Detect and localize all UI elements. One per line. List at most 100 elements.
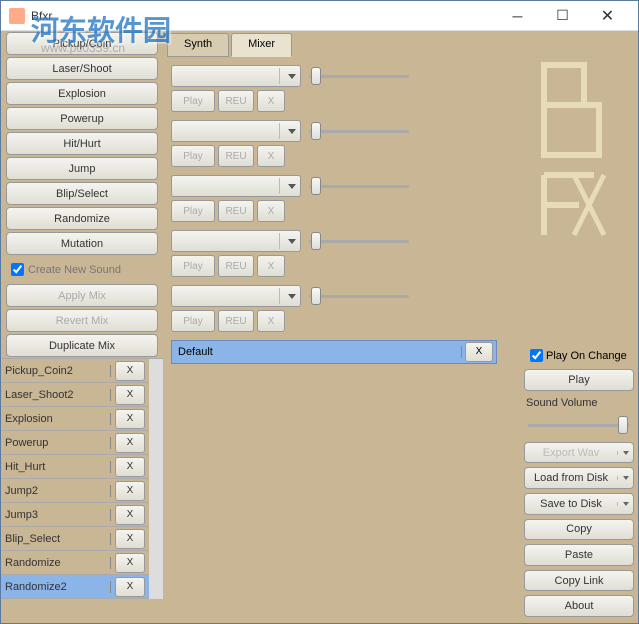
sound-row[interactable]: PowerupX — [1, 431, 149, 455]
sound-row[interactable]: Randomize2X — [1, 575, 149, 599]
mixer-channel: Play REU X — [171, 230, 512, 277]
delete-sound-button[interactable]: X — [115, 529, 145, 549]
mutation-button[interactable]: Mutation — [6, 232, 158, 255]
pickup-coin-button[interactable]: Pickup/Coin — [6, 32, 158, 55]
slider-thumb[interactable] — [311, 67, 321, 85]
save-dropdown[interactable] — [617, 502, 633, 506]
tabs: Synth Mixer — [163, 31, 520, 57]
channel-play-button[interactable]: Play — [171, 200, 215, 222]
apply-mix-button[interactable]: Apply Mix — [6, 284, 158, 307]
load-from-disk-button[interactable]: Load from Disk — [524, 467, 634, 489]
slider-thumb[interactable] — [311, 287, 321, 305]
play-button[interactable]: Play — [524, 369, 634, 391]
play-on-change-checkbox[interactable] — [530, 349, 543, 362]
explosion-button[interactable]: Explosion — [6, 82, 158, 105]
channel-volume-slider[interactable] — [309, 286, 409, 306]
channel-rev-button[interactable]: REU — [218, 310, 254, 332]
channel-clear-button[interactable]: X — [257, 90, 285, 112]
sound-volume-slider[interactable] — [528, 415, 630, 434]
randomize-button[interactable]: Randomize — [6, 207, 158, 230]
channel-dropdown[interactable] — [171, 65, 301, 87]
delete-mix-button[interactable]: X — [465, 342, 493, 362]
delete-sound-button[interactable]: X — [115, 433, 145, 453]
sound-row[interactable]: RandomizeX — [1, 551, 149, 575]
chevron-down-icon — [288, 184, 296, 189]
delete-sound-button[interactable]: X — [115, 361, 145, 381]
channel-dropdown[interactable] — [171, 120, 301, 142]
hit-hurt-button[interactable]: Hit/Hurt — [6, 132, 158, 155]
chevron-down-icon — [288, 239, 296, 244]
create-new-sound-checkbox-row: Create New Sound — [1, 256, 163, 283]
channel-dropdown[interactable] — [171, 285, 301, 307]
channel-play-button[interactable]: Play — [171, 310, 215, 332]
channel-play-button[interactable]: Play — [171, 145, 215, 167]
main-area: Synth Mixer Play REU X — [163, 31, 520, 623]
tab-synth[interactable]: Synth — [167, 33, 229, 57]
sound-row[interactable]: Hit_HurtX — [1, 455, 149, 479]
powerup-button[interactable]: Powerup — [6, 107, 158, 130]
slider-thumb[interactable] — [311, 232, 321, 250]
channel-volume-slider[interactable] — [309, 231, 409, 251]
channel-clear-button[interactable]: X — [257, 310, 285, 332]
sound-volume-label: Sound Volume — [524, 393, 634, 413]
chevron-down-icon — [623, 476, 629, 480]
sound-row[interactable]: Pickup_Coin2X — [1, 359, 149, 383]
slider-thumb[interactable] — [311, 177, 321, 195]
titlebar: Bfxr ─ ☐ ✕ — [1, 1, 638, 31]
maximize-button[interactable]: ☐ — [540, 2, 585, 30]
jump-button[interactable]: Jump — [6, 157, 158, 180]
duplicate-mix-button[interactable]: Duplicate Mix — [6, 334, 158, 357]
channel-play-button[interactable]: Play — [171, 255, 215, 277]
paste-button[interactable]: Paste — [524, 544, 634, 566]
sound-row[interactable]: Laser_Shoot2X — [1, 383, 149, 407]
channel-clear-button[interactable]: X — [257, 200, 285, 222]
channel-volume-slider[interactable] — [309, 66, 409, 86]
slider-thumb[interactable] — [618, 416, 628, 434]
logo-area — [524, 35, 634, 344]
channel-rev-button[interactable]: REU — [218, 200, 254, 222]
sound-row[interactable]: Jump3X — [1, 503, 149, 527]
save-to-disk-button[interactable]: Save to Disk — [524, 493, 634, 515]
channel-play-button[interactable]: Play — [171, 90, 215, 112]
channel-volume-slider[interactable] — [309, 176, 409, 196]
mixer-channel: Play REU X — [171, 65, 512, 112]
channel-volume-slider[interactable] — [309, 121, 409, 141]
revert-mix-button[interactable]: Revert Mix — [6, 309, 158, 332]
laser-shoot-button[interactable]: Laser/Shoot — [6, 57, 158, 80]
sound-row[interactable]: Jump2X — [1, 479, 149, 503]
mixer-channel: Play REU X — [171, 120, 512, 167]
close-button[interactable]: ✕ — [585, 2, 630, 30]
chevron-down-icon — [288, 74, 296, 79]
channel-clear-button[interactable]: X — [257, 145, 285, 167]
tab-mixer[interactable]: Mixer — [231, 33, 292, 57]
minimize-button[interactable]: ─ — [495, 2, 540, 30]
slider-thumb[interactable] — [311, 122, 321, 140]
sound-list-scrollbar[interactable] — [149, 359, 163, 599]
delete-sound-button[interactable]: X — [115, 577, 145, 597]
chevron-down-icon — [623, 502, 629, 506]
copy-link-button[interactable]: Copy Link — [524, 570, 634, 592]
channel-rev-button[interactable]: REU — [218, 255, 254, 277]
export-wav-dropdown[interactable] — [617, 451, 633, 455]
mix-list-row[interactable]: Default X — [171, 340, 497, 364]
channel-clear-button[interactable]: X — [257, 255, 285, 277]
delete-sound-button[interactable]: X — [115, 409, 145, 429]
delete-sound-button[interactable]: X — [115, 457, 145, 477]
load-dropdown[interactable] — [617, 476, 633, 480]
delete-sound-button[interactable]: X — [115, 385, 145, 405]
export-wav-button[interactable]: Export Wav — [524, 442, 634, 464]
copy-button[interactable]: Copy — [524, 519, 634, 541]
sound-row[interactable]: ExplosionX — [1, 407, 149, 431]
sound-row[interactable]: Blip_SelectX — [1, 527, 149, 551]
channel-dropdown[interactable] — [171, 175, 301, 197]
delete-sound-button[interactable]: X — [115, 553, 145, 573]
delete-sound-button[interactable]: X — [115, 481, 145, 501]
about-button[interactable]: About — [524, 595, 634, 617]
blip-select-button[interactable]: Blip/Select — [6, 182, 158, 205]
channel-rev-button[interactable]: REU — [218, 145, 254, 167]
channel-dropdown[interactable] — [171, 230, 301, 252]
channel-rev-button[interactable]: REU — [218, 90, 254, 112]
delete-sound-button[interactable]: X — [115, 505, 145, 525]
chevron-down-icon — [623, 451, 629, 455]
create-new-sound-checkbox[interactable] — [11, 263, 24, 276]
